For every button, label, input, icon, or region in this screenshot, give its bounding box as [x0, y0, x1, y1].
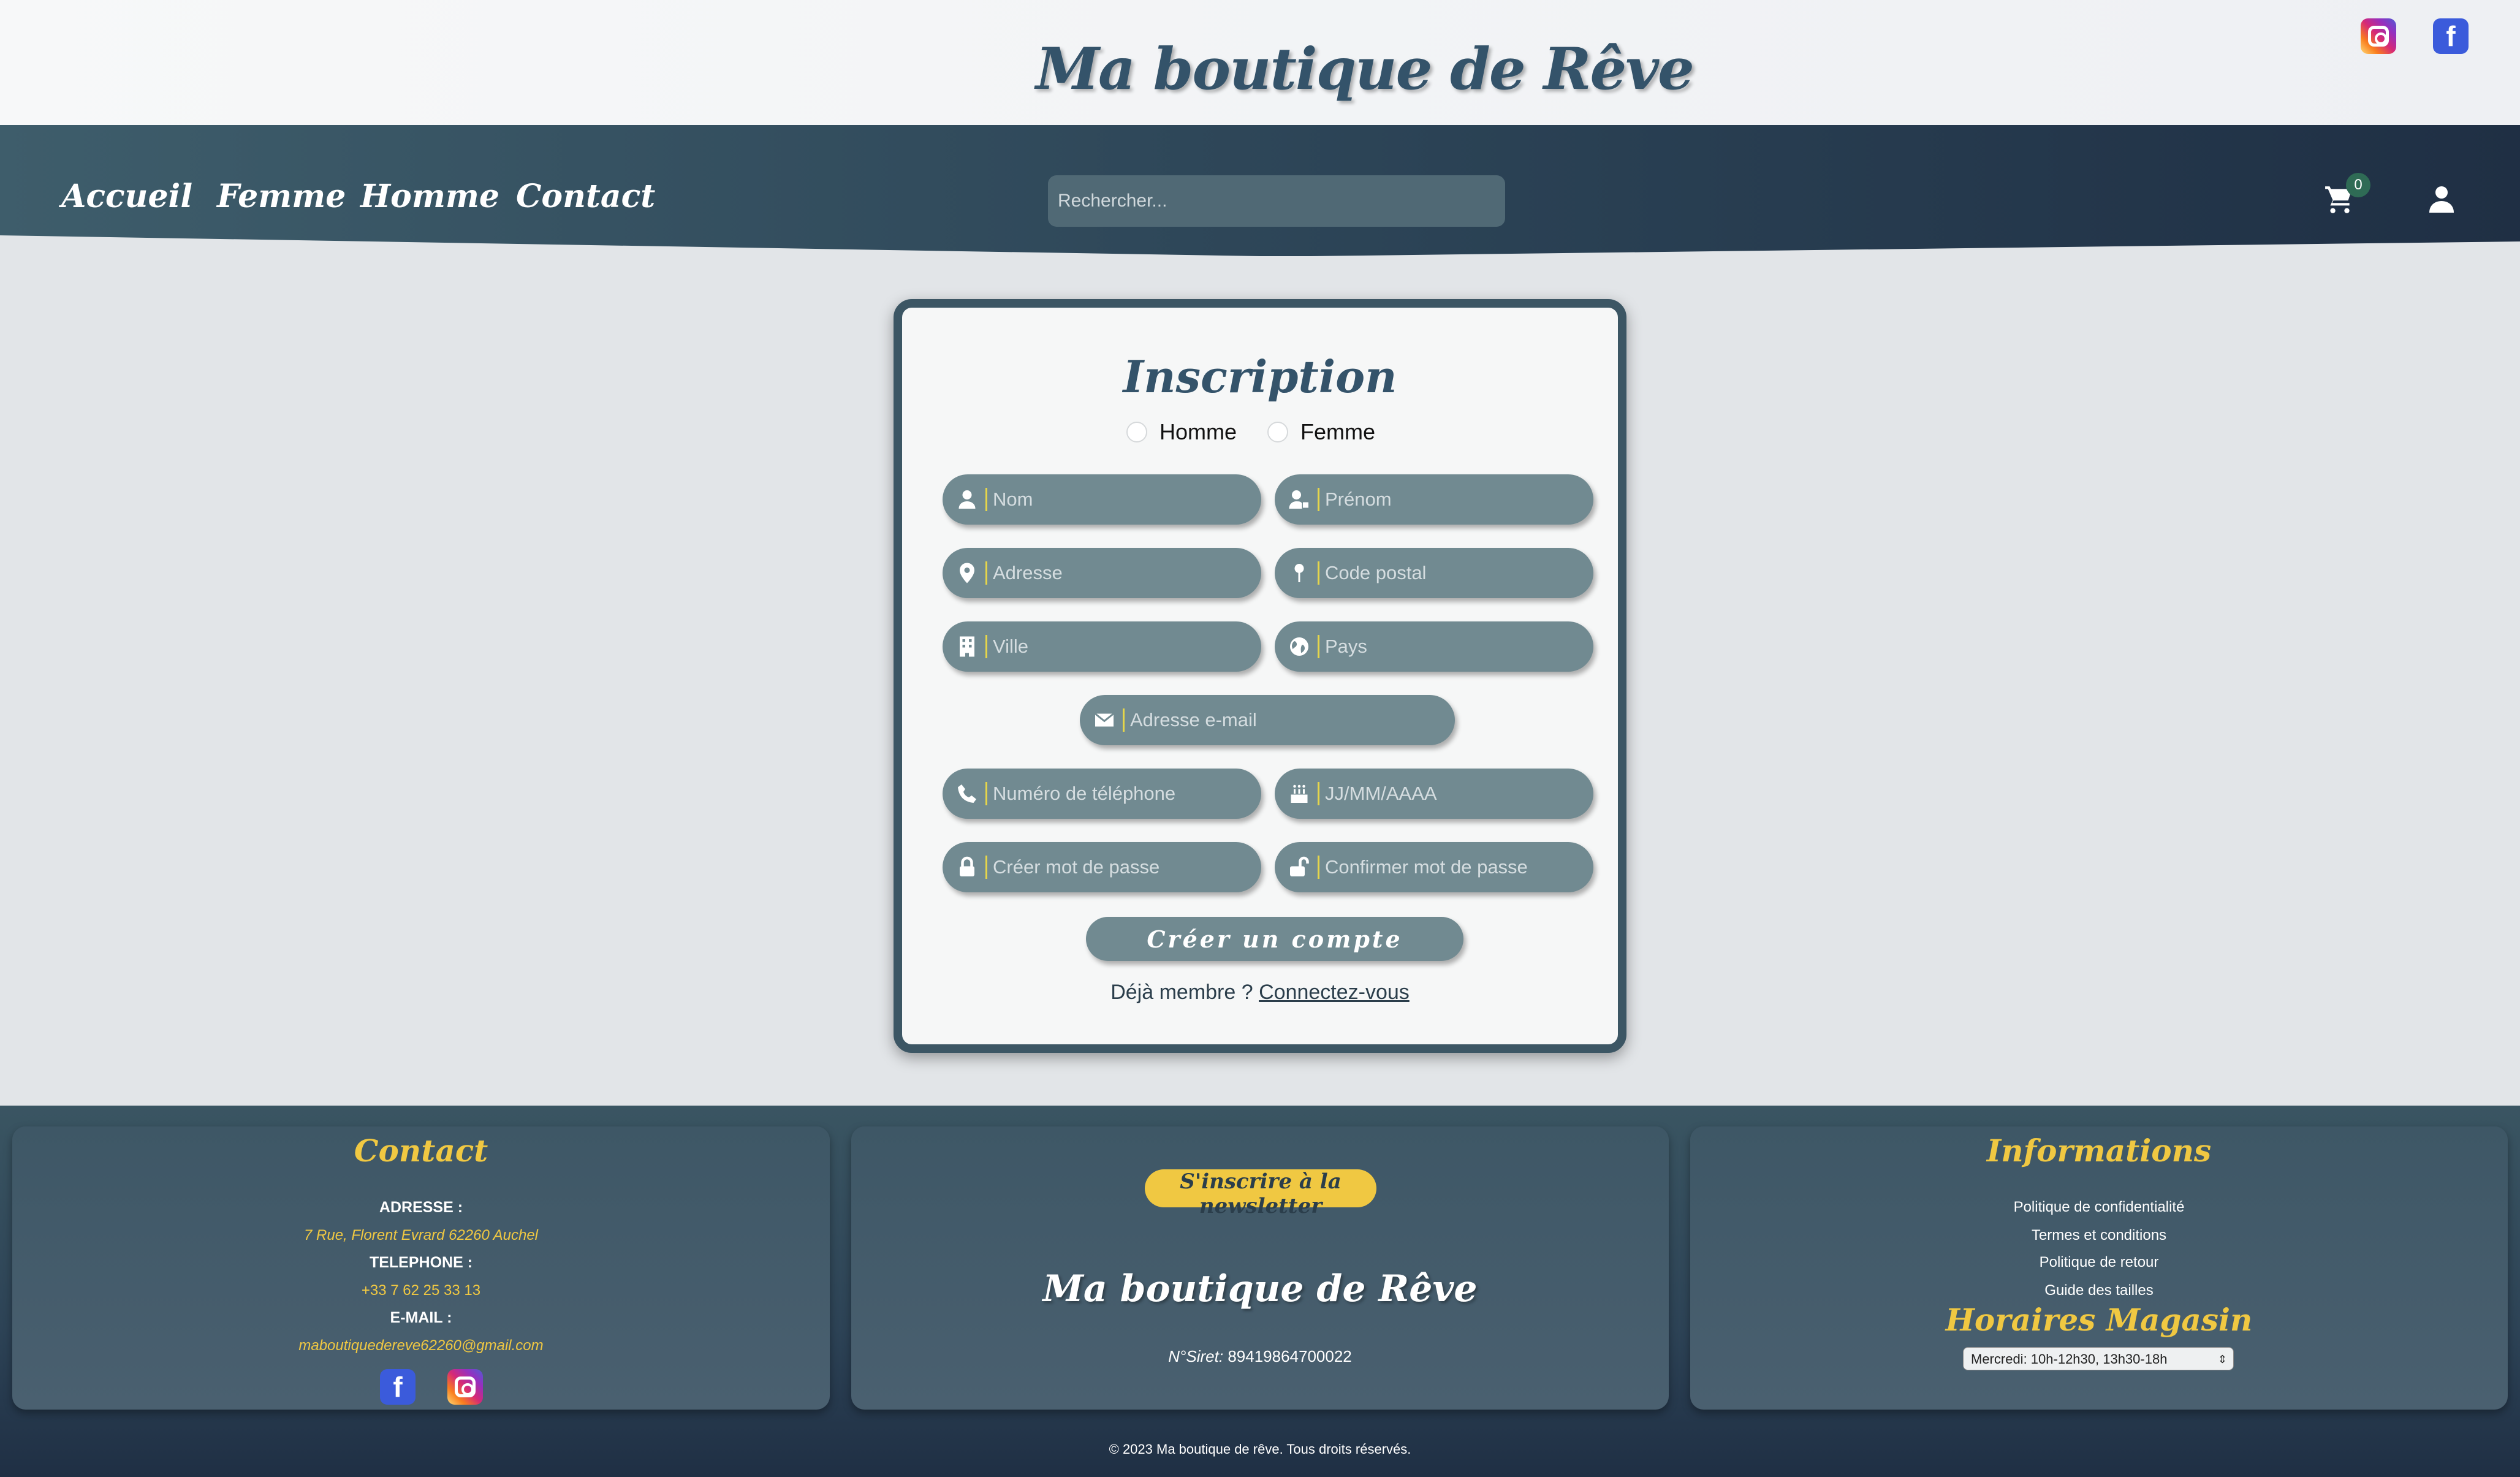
store-hours-value: Mercredi: 10h-12h30, 13h30-18h — [1971, 1351, 2168, 1367]
prenom-field — [1275, 474, 1593, 525]
footer-logo: Ma boutique de Rêve — [1042, 1267, 1478, 1310]
footer-center: S'inscrire à la newsletter Ma boutique d… — [851, 1126, 1669, 1410]
password-field — [943, 842, 1261, 892]
user-icon[interactable] — [2427, 184, 2456, 215]
siret-label: N°Siret: — [1168, 1347, 1224, 1365]
return-policy-link[interactable]: Politique de retour — [1690, 1254, 2508, 1271]
facebook-icon[interactable]: f — [380, 1369, 416, 1405]
login-link[interactable]: Connectez-vous — [1259, 981, 1410, 1004]
site-logo[interactable]: Ma boutique de Rêve — [1036, 36, 1695, 103]
telephone-field — [943, 769, 1261, 819]
ville-input[interactable] — [993, 621, 1250, 672]
nav-item-homme[interactable]: Homme — [360, 178, 499, 215]
footer-info-title: Informations — [1986, 1133, 2212, 1169]
search-input[interactable] — [1048, 175, 1505, 227]
member-text: Déjà membre ? — [1110, 981, 1253, 1004]
footer-contact: Contact ADRESSE : 7 Rue, Florent Evrard … — [12, 1126, 830, 1410]
instagram-icon[interactable] — [447, 1369, 483, 1405]
cart-count-badge: 0 — [2346, 173, 2370, 197]
lock-icon — [960, 856, 974, 876]
radio-homme[interactable] — [1126, 422, 1147, 442]
registration-card: Inscription Homme Femme Nom Prénom Adres… — [894, 299, 1626, 1053]
building-icon — [960, 636, 974, 657]
birthdate-field — [1275, 769, 1593, 819]
radio-homme-label: Homme — [1159, 419, 1237, 444]
siret-value: 89419864700022 — [1228, 1347, 1352, 1365]
footer-contact-title: Contact — [354, 1133, 488, 1169]
ville-field — [943, 621, 1261, 672]
select-arrows-icon: ⇕ — [2217, 1353, 2227, 1365]
privacy-policy-link[interactable]: Politique de confidentialité — [1690, 1199, 2508, 1216]
nav-item-accueil[interactable]: Accueil — [61, 178, 192, 215]
size-guide-link[interactable]: Guide des tailles — [1690, 1282, 2508, 1299]
map-pin-icon — [1294, 564, 1304, 582]
site-footer: Contact ADRESSE : 7 Rue, Florent Evrard … — [0, 1106, 2520, 1477]
telephone-input[interactable] — [993, 769, 1250, 819]
prenom-input[interactable] — [1325, 474, 1582, 525]
instagram-icon[interactable] — [2361, 18, 2396, 54]
form-title: Inscription — [1123, 351, 1397, 403]
main-navbar: Accueil Femme Homme Contact 0 — [0, 125, 2520, 256]
nav-item-femme[interactable]: Femme — [217, 178, 346, 215]
email-input[interactable] — [1130, 695, 1436, 745]
top-header: Ma boutique de Rêve f — [0, 0, 2520, 125]
logo-text: Ma boutique de Rêve — [1036, 36, 1695, 103]
gender-selector: Homme Femme — [902, 419, 1618, 445]
phone-icon — [958, 784, 976, 803]
phone-value[interactable]: +33 7 62 25 33 13 — [12, 1282, 830, 1299]
footer-informations: Informations Politique de confidentialit… — [1690, 1126, 2508, 1410]
store-hours-title: Horaires Magasin — [1945, 1302, 2253, 1338]
address-label: ADRESSE : — [379, 1199, 463, 1216]
nom-field — [943, 474, 1261, 525]
user-icon — [958, 490, 976, 509]
copyright: © 2023 Ma boutique de rêve. Tous droits … — [1109, 1441, 1411, 1457]
radio-femme-label: Femme — [1300, 419, 1376, 444]
unlock-icon — [1290, 856, 1309, 876]
login-prompt: Déjà membre ? Connectez-vous — [902, 981, 1618, 1004]
adresse-input[interactable] — [993, 548, 1250, 598]
siret-info: N°Siret: 89419864700022 — [851, 1347, 1669, 1366]
confirm-password-input[interactable] — [1325, 842, 1582, 892]
birthday-cake-icon — [1291, 784, 1308, 803]
facebook-icon[interactable]: f — [2433, 18, 2469, 54]
birthdate-input[interactable] — [1325, 769, 1582, 819]
store-hours-select[interactable]: Mercredi: 10h-12h30, 13h30-18h ⇕ — [1963, 1347, 2234, 1370]
code-postal-input[interactable] — [1325, 548, 1582, 598]
code-postal-field — [1275, 548, 1593, 598]
location-pin-icon — [960, 563, 974, 583]
newsletter-button[interactable]: S'inscrire à la newsletter — [1145, 1169, 1376, 1218]
password-input[interactable] — [993, 842, 1250, 892]
pays-field — [1275, 621, 1593, 672]
envelope-icon — [1095, 713, 1114, 727]
phone-label: TELEPHONE : — [369, 1254, 473, 1271]
user-tag-icon — [1289, 490, 1308, 509]
nom-input[interactable] — [993, 474, 1250, 525]
terms-link[interactable]: Termes et conditions — [1690, 1227, 2508, 1244]
create-account-button[interactable]: Créer un compte — [1086, 917, 1463, 961]
email-field — [1080, 695, 1455, 745]
confirm-password-field — [1275, 842, 1593, 892]
email-label: E-MAIL : — [390, 1309, 452, 1326]
email-value[interactable]: maboutiquedereve62260@gmail.com — [12, 1337, 830, 1354]
nav-item-contact[interactable]: Contact — [516, 178, 655, 215]
pays-input[interactable] — [1325, 621, 1582, 672]
address-value: 7 Rue, Florent Evrard 62260 Auchel — [304, 1227, 538, 1243]
adresse-field — [943, 548, 1261, 598]
globe-icon — [1290, 637, 1308, 656]
radio-femme[interactable] — [1267, 422, 1288, 442]
